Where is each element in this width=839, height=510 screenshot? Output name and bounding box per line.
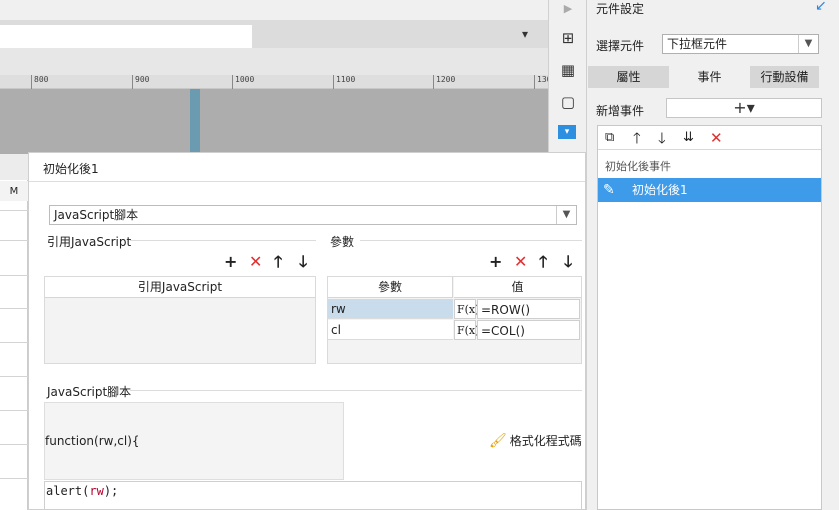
ruler-tick: 1200 [433, 75, 455, 89]
panel-title: 元件設定 [596, 2, 645, 16]
add-event-button[interactable]: +▾ [666, 98, 822, 118]
panel-tabs: 屬性 事件 行動設備 [588, 66, 819, 88]
move-up-icon[interactable]: 🡑 [539, 253, 547, 271]
chevron-down-icon: ▼ [798, 35, 818, 53]
delete-icon[interactable]: ✕ [514, 253, 527, 271]
js-section-label: JavaScript腳本 [47, 385, 132, 399]
chevron-down-icon: ▼ [556, 206, 576, 224]
frame-icon[interactable]: ▢ [559, 93, 577, 111]
sheet-rows [0, 180, 28, 510]
param-name-header: 參數 [328, 277, 453, 298]
ref-js-section-label: 引用JavaScript [47, 235, 132, 249]
brush-icon: 🖌 [489, 433, 507, 449]
add-event-label: 新增事件 [596, 104, 645, 118]
event-group-label: 初始化後事件 [605, 160, 671, 173]
designer-topbar [0, 0, 548, 20]
param-name-cell[interactable]: rw [328, 299, 453, 319]
format-code-label: 格式化程式碼 [509, 434, 582, 448]
select-component-label: 選擇元件 [596, 39, 645, 53]
formula-button[interactable]: F(x) [454, 299, 479, 319]
tab-mobile[interactable]: 行動設備 [750, 66, 819, 88]
layout-icon[interactable]: ⊞ [559, 29, 577, 47]
expand-icon[interactable]: ↙ [815, 0, 827, 14]
add-icon[interactable]: + [489, 253, 502, 271]
code-function: alert [46, 484, 83, 498]
function-signature: function(rw,cl){ [45, 434, 140, 448]
component-select[interactable]: 下拉框元件 ▼ [662, 34, 819, 54]
edit-icon[interactable]: ✎ [603, 178, 615, 202]
move-up-icon[interactable]: 🡑 [633, 129, 641, 147]
dialog-title: 初始化後1 [43, 162, 99, 176]
add-icon[interactable]: + [224, 253, 237, 271]
code-close: ); [103, 484, 119, 498]
tab-events[interactable]: 事件 [669, 66, 750, 88]
ref-js-column-header: 引用JavaScript [45, 277, 315, 298]
move-up-icon[interactable]: 🡑 [274, 253, 282, 271]
event-type-value: JavaScript腳本 [54, 208, 139, 222]
move-down-icon[interactable]: 🡓 [299, 253, 307, 271]
collapse-icon[interactable]: ▾ [522, 27, 528, 41]
event-list-toolbar: ⧉ 🡑 🡓 ⇊ ✕ [598, 126, 821, 150]
play-icon[interactable]: ▶ [559, 0, 577, 18]
section-divider [360, 240, 582, 241]
event-item-label: 初始化後1 [632, 183, 688, 197]
code-argument: rw [89, 484, 104, 498]
copy-icon[interactable]: ⧉ [605, 129, 614, 147]
format-code-button[interactable]: 🖌 格式化程式碼 [489, 432, 582, 449]
params-section-label: 參數 [330, 235, 355, 249]
component-select-value: 下拉框元件 [667, 37, 728, 51]
delete-icon[interactable]: ✕ [710, 129, 723, 147]
sheet-grey-area [0, 89, 548, 154]
param-value-header: 值 [454, 277, 581, 298]
event-type-select[interactable]: JavaScript腳本 ▼ [49, 205, 577, 225]
move-bottom-icon[interactable]: ⇊ [683, 129, 694, 147]
tab-properties[interactable]: 屬性 [588, 66, 669, 88]
section-divider [130, 390, 582, 391]
ruler-tick: 1000 [232, 75, 254, 89]
formula-button[interactable]: F(x) [454, 320, 479, 340]
ruler-tick: 900 [132, 75, 149, 89]
column-header: M [0, 181, 28, 201]
ruler-tick: 1100 [333, 75, 355, 89]
code-editor[interactable]: alert(rw); [44, 481, 582, 510]
dropdown-widget-icon[interactable]: ▾ [558, 125, 576, 139]
ruler-tick: 800 [31, 75, 48, 89]
param-name-cell[interactable]: cl [328, 320, 453, 340]
param-value-cell[interactable]: =ROW() [477, 299, 580, 319]
designer-tab[interactable] [0, 25, 252, 48]
selected-column-marker [190, 89, 200, 154]
horizontal-ruler: 800 900 1000 1100 1200 1300 [0, 75, 556, 89]
param-value-cell[interactable]: =COL() [477, 320, 580, 340]
widget-info-icon[interactable]: ▦ [559, 61, 577, 79]
move-down-icon[interactable]: 🡓 [658, 129, 666, 147]
move-down-icon[interactable]: 🡓 [564, 253, 572, 271]
event-list-item[interactable]: ✎ 初始化後1 [598, 178, 821, 202]
vertical-toolbar: ▶ ⊞ ▦ ▢ ▾ [548, 0, 586, 152]
delete-icon[interactable]: ✕ [249, 253, 262, 271]
section-divider [130, 240, 316, 241]
dialog-divider [29, 181, 585, 182]
